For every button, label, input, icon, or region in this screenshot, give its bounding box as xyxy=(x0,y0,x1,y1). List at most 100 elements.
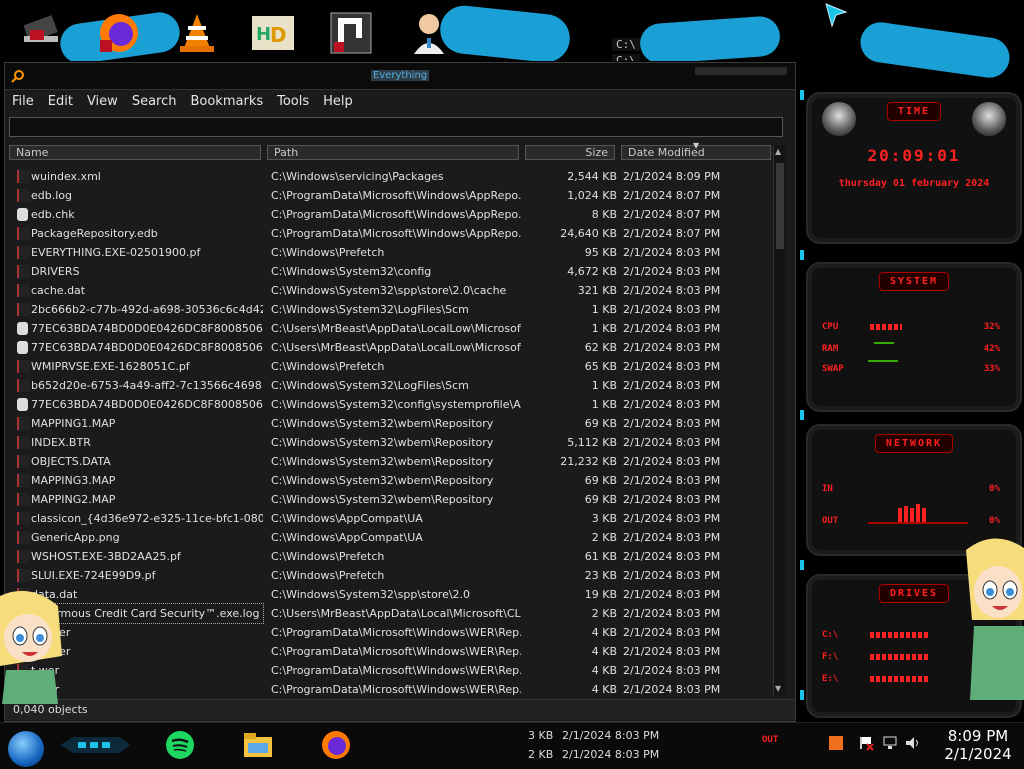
table-row[interactable]: classicon_{4d36e972-e325-11ce-bfc1-08002… xyxy=(13,509,771,528)
alien-logo-icon xyxy=(972,102,1006,136)
tray-network-icon[interactable] xyxy=(882,735,898,754)
file-name: e Normous Credit Card Security™.exe.log xyxy=(30,603,264,624)
hxd-icon[interactable]: HD xyxy=(246,6,300,60)
table-row[interactable]: t.wer C:\ProgramData\Microsoft\Windows\WE… xyxy=(13,680,771,697)
unknown-app-icon[interactable] xyxy=(324,6,378,60)
tray-volume-icon[interactable] xyxy=(904,735,920,754)
cartoon-character-left xyxy=(0,590,62,704)
table-row[interactable]: EVERYTHING.EXE-02501900.pf C:\Windows\Pre… xyxy=(13,243,771,262)
menu-file[interactable]: File xyxy=(5,91,41,113)
column-header-name[interactable]: Name xyxy=(9,145,261,160)
column-headers: Name Path Size Date Modified ▼ xyxy=(9,141,773,161)
file-size: 1 KB xyxy=(591,379,617,392)
file-path: C:\Windows\System32\config xyxy=(271,265,432,278)
firefox-icon[interactable] xyxy=(92,6,146,60)
gadget-clock: 20:09:01 xyxy=(867,146,961,165)
file-path: C:\Windows\Prefetch xyxy=(271,550,385,563)
ram-value: 42% xyxy=(983,344,1000,354)
file-icon xyxy=(17,170,30,183)
table-row[interactable]: WMIPRVSE.EXE-1628051C.pf C:\Windows\Prefe… xyxy=(13,357,771,376)
menu-edit[interactable]: Edit xyxy=(41,91,80,113)
table-row[interactable]: WSHOST.EXE-3BD2AA25.pf C:\Windows\Prefetc… xyxy=(13,547,771,566)
accent-strip xyxy=(800,90,804,100)
vlc-icon[interactable] xyxy=(170,6,224,60)
table-row[interactable]: ort.wer C:\ProgramData\Microsoft\Windows\… xyxy=(13,623,771,642)
file-size: 1 KB xyxy=(591,322,617,335)
file-path: C:\Windows\System32\wbem\Repository xyxy=(271,474,494,487)
file-date: 2/1/2024 8:03 PM xyxy=(623,322,721,335)
table-row[interactable]: INDEX.BTR C:\Windows\System32\wbem\Reposi… xyxy=(13,433,771,452)
menu-search[interactable]: Search xyxy=(125,91,184,113)
table-row[interactable]: ort.wer C:\ProgramData\Microsoft\Windows\… xyxy=(13,642,771,661)
system-clock[interactable]: 8:09 PM 2/1/2024 xyxy=(936,727,1020,763)
column-header-path[interactable]: Path xyxy=(267,145,519,160)
menu-bookmarks[interactable]: Bookmarks xyxy=(183,91,270,113)
table-row[interactable]: wuindex.xml C:\Windows\servicing\Packages… xyxy=(13,167,771,186)
title-bar[interactable]: Everything xyxy=(5,63,795,90)
menu-help[interactable]: Help xyxy=(316,91,360,113)
menu-tools[interactable]: Tools xyxy=(270,91,316,113)
vertical-scrollbar[interactable]: ▲ ▼ xyxy=(773,145,786,695)
file-size: 61 KB xyxy=(584,550,617,563)
table-row[interactable]: t.wer C:\ProgramData\Microsoft\Windows\WE… xyxy=(13,661,771,680)
search-input[interactable] xyxy=(9,117,783,137)
clock-date: 2/1/2024 xyxy=(944,745,1012,763)
file-date: 2/1/2024 8:09 PM xyxy=(623,170,721,183)
table-row[interactable]: OBJECTS.DATA C:\Windows\System32\wbem\Rep… xyxy=(13,452,771,471)
table-row[interactable]: b652d20e-6753-4a49-aff2-7c13566c4698 C:\W… xyxy=(13,376,771,395)
table-row[interactable]: PackageRepository.edb C:\ProgramData\Micr… xyxy=(13,224,771,243)
file-size: 23 KB xyxy=(584,569,617,582)
table-row[interactable]: data.dat C:\Windows\System32\spp\store\2.… xyxy=(13,585,771,604)
tools-icon[interactable] xyxy=(16,6,70,60)
file-name: WSHOST.EXE-3BD2AA25.pf xyxy=(31,550,181,563)
file-path: C:\Windows\System32\wbem\Repository xyxy=(271,436,494,449)
file-icon xyxy=(17,569,30,582)
file-path: C:\ProgramData\Microsoft\Windows\WER\Rep… xyxy=(271,664,521,677)
file-icon xyxy=(17,550,30,563)
file-explorer-icon[interactable] xyxy=(242,729,274,761)
scroll-down-icon[interactable]: ▼ xyxy=(775,684,781,693)
drives-gadget-title: DRIVES xyxy=(878,584,950,603)
table-row[interactable]: DRIVERS C:\Windows\System32\config 4,672 K… xyxy=(13,262,771,281)
file-path: C:\Windows\System32\config\systemprofile… xyxy=(271,398,521,411)
file-date: 2/1/2024 8:03 PM xyxy=(623,455,721,468)
file-icon xyxy=(17,265,30,278)
menu-view[interactable]: View xyxy=(80,91,125,113)
file-path: C:\Windows\Prefetch xyxy=(271,360,385,373)
doctor-icon[interactable] xyxy=(402,6,456,60)
scroll-up-icon[interactable]: ▲ xyxy=(775,147,781,156)
table-row[interactable]: e Normous Credit Card Security™.exe.log C… xyxy=(13,603,771,624)
tray-flag-icon[interactable] xyxy=(858,735,874,754)
start-button[interactable] xyxy=(8,731,44,767)
table-row[interactable]: MAPPING1.MAP C:\Windows\System32\wbem\Rep… xyxy=(13,414,771,433)
table-row[interactable]: MAPPING2.MAP C:\Windows\System32\wbem\Rep… xyxy=(13,490,771,509)
ram-graph-line xyxy=(874,342,894,344)
file-icon xyxy=(17,227,30,240)
file-name: DRIVERS xyxy=(31,265,80,278)
table-row[interactable]: 77EC63BDA74BD0D0E0426DC8F8008506 C:\Users… xyxy=(13,319,771,338)
cmd-line-1: C:\ xyxy=(612,38,640,51)
spotify-icon[interactable] xyxy=(164,729,196,761)
table-row[interactable]: 2bc666b2-c77b-492d-a698-30536c6c4d42 C:\W… xyxy=(13,300,771,319)
table-row[interactable]: 77EC63BDA74BD0D0E0426DC8F8008506 C:\Users… xyxy=(13,338,771,357)
file-path: C:\Windows\System32\LogFiles\Scm xyxy=(271,303,469,316)
column-header-size[interactable]: Size xyxy=(525,145,615,160)
scroll-thumb[interactable] xyxy=(776,163,784,249)
table-row[interactable]: 77EC63BDA74BD0D0E0426DC8F8008506 C:\Windo… xyxy=(13,395,771,414)
firefox-taskbar-icon[interactable] xyxy=(320,729,352,761)
clock-time: 8:09 PM xyxy=(947,727,1009,745)
table-row[interactable]: edb.log C:\ProgramData\Microsoft\Windows\… xyxy=(13,186,771,205)
table-row[interactable]: MAPPING3.MAP C:\Windows\System32\wbem\Rep… xyxy=(13,471,771,490)
table-row[interactable]: cache.dat C:\Windows\System32\spp\store\2… xyxy=(13,281,771,300)
table-row[interactable]: edb.chk C:\ProgramData\Microsoft\Windows\… xyxy=(13,205,771,224)
file-path: C:\Windows\Prefetch xyxy=(271,246,385,259)
network-gadget-title: NETWORK xyxy=(874,434,954,453)
time-gadget-title: TIME xyxy=(886,102,942,121)
table-row[interactable]: GenericApp.png C:\Windows\AppCompat\UA 2 K… xyxy=(13,528,771,547)
tray-notification-icon[interactable] xyxy=(828,735,844,754)
taskbar-info-date-1: 2/1/2024 8:03 PM xyxy=(562,729,660,742)
network-in-value: 0% xyxy=(989,484,1000,494)
table-row[interactable]: SLUI.EXE-724E99D9.pf C:\Windows\Prefetch 2… xyxy=(13,566,771,585)
file-icon xyxy=(17,493,30,506)
drive-c-label: C:\ xyxy=(822,630,839,640)
